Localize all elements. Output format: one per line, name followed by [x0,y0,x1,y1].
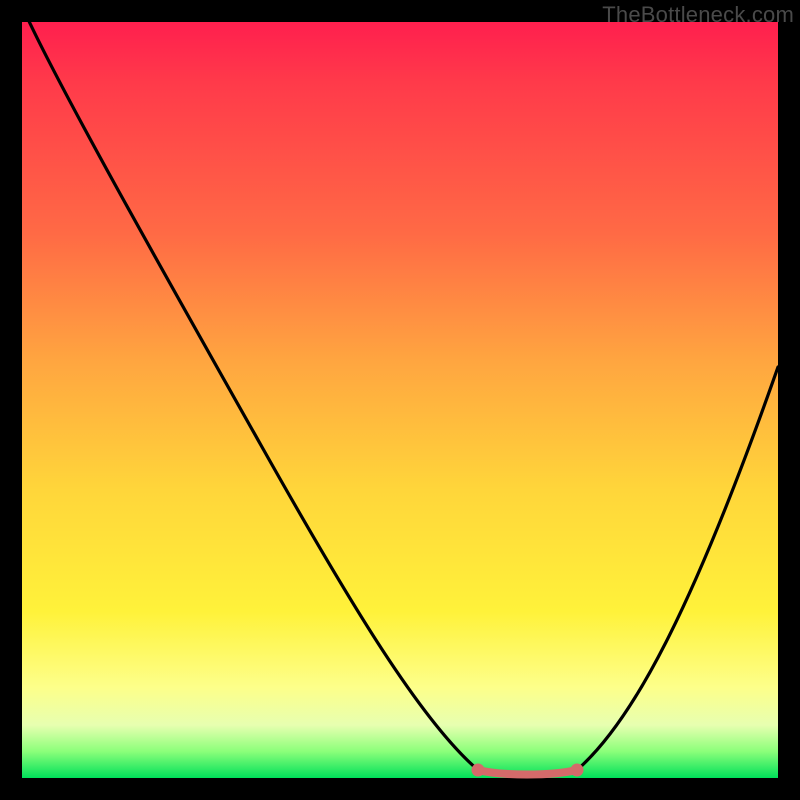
flat-segment-endpoint-right [571,764,584,777]
curve-right-branch [577,367,778,770]
bottleneck-curve [22,22,778,778]
watermark-text: TheBottleneck.com [602,2,794,28]
flat-segment-endpoint-left [472,764,485,777]
curve-flat-segment [478,770,577,775]
curve-left-branch [27,17,478,770]
chart-plot-area [22,22,778,778]
chart-frame: TheBottleneck.com [0,0,800,800]
